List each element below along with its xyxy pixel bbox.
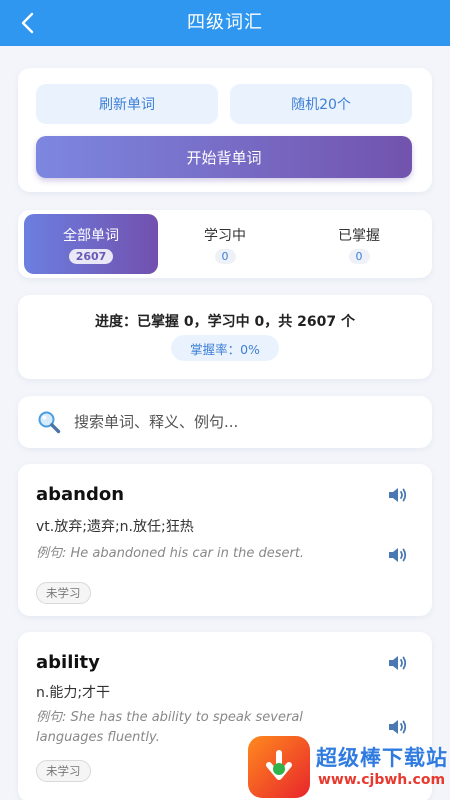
mastery-rate-badge: 掌握率：0% <box>171 335 279 361</box>
speaker-icon[interactable] <box>386 484 410 506</box>
watermark-title: 超级棒下载站 <box>316 746 448 770</box>
example-speaker-icon[interactable] <box>386 544 410 566</box>
search-bar <box>18 396 432 448</box>
status-badge: 未学习 <box>36 582 91 604</box>
page-title: 四级词汇 <box>187 12 263 33</box>
watermark-url: www.cjbwh.com <box>318 772 446 788</box>
magnifier-icon <box>36 409 62 435</box>
filter-tabs: 全部单词 2607 学习中 0 已掌握 0 <box>18 210 432 278</box>
tab-count-badge: 2607 <box>68 248 114 264</box>
status-badge: 未学习 <box>36 760 91 782</box>
watermark: 超级棒下载站 www.cjbwh.com <box>248 736 448 798</box>
search-input[interactable] <box>74 413 404 431</box>
word-title: abandon <box>36 484 125 505</box>
tab-count-badge: 0 <box>214 248 236 264</box>
tab-all-words[interactable]: 全部单词 2607 <box>24 214 158 274</box>
word-meaning: n.能力;才干 <box>36 685 111 701</box>
progress-card: 进度：已掌握 0，学习中 0，共 2607 个 掌握率：0% <box>18 295 432 379</box>
word-card[interactable]: abandon vt.放弃;遗弃;n.放任;狂热 例句: He abandone… <box>18 464 432 616</box>
word-meaning: vt.放弃;遗弃;n.放任;狂热 <box>36 519 194 535</box>
word-title: ability <box>36 652 100 673</box>
app-header: 四级词汇 <box>0 0 450 46</box>
tab-count-badge: 0 <box>348 248 370 264</box>
actions-card: 刷新单词 随机20个 开始背单词 <box>18 68 432 192</box>
tab-mastered[interactable]: 已掌握 0 <box>292 214 426 274</box>
tab-learning[interactable]: 学习中 0 <box>158 214 292 274</box>
word-example: 例句: He abandoned his car in the desert. <box>36 546 305 561</box>
tab-label: 已掌握 <box>338 227 380 244</box>
random-20-button[interactable]: 随机20个 <box>230 84 412 124</box>
tab-label: 全部单词 <box>63 227 119 244</box>
start-memorize-button[interactable]: 开始背单词 <box>36 136 412 178</box>
speaker-icon[interactable] <box>386 652 410 674</box>
download-logo <box>248 736 310 798</box>
refresh-words-button[interactable]: 刷新单词 <box>36 84 218 124</box>
progress-summary: 进度：已掌握 0，学习中 0，共 2607 个 <box>95 314 355 330</box>
tab-label: 学习中 <box>204 227 246 244</box>
example-speaker-icon[interactable] <box>386 716 410 738</box>
